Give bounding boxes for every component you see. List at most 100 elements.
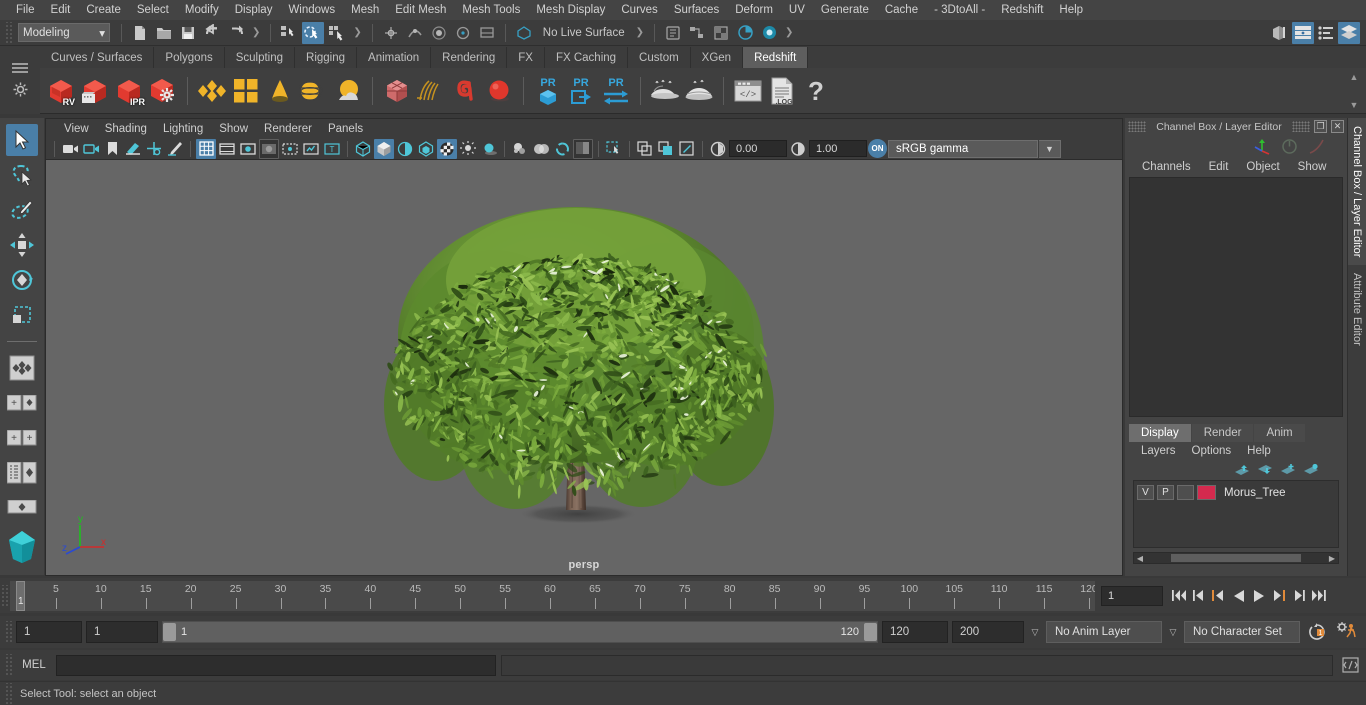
new-scene-icon[interactable] — [129, 22, 151, 44]
vtab-attribute-editor[interactable]: Attribute Editor — [1348, 265, 1366, 354]
shelf-tab-rigging[interactable]: Rigging — [295, 47, 357, 68]
collapse-arrow-icon[interactable]: ❯ — [782, 27, 796, 38]
shelf-button-redshift-render-sequence[interactable] — [78, 74, 112, 108]
viewport-menu-lighting[interactable]: Lighting — [155, 122, 211, 136]
collapse-arrow-icon[interactable]: ❯ — [350, 27, 364, 38]
menu-select[interactable]: Select — [129, 2, 177, 18]
layer-menu-help[interactable]: Help — [1239, 445, 1279, 457]
xray-mode-icon[interactable] — [635, 139, 655, 159]
use-all-lights-icon[interactable] — [458, 139, 478, 159]
tool-settings-icon[interactable] — [1315, 22, 1337, 44]
menu-edit-mesh[interactable]: Edit Mesh — [387, 2, 454, 18]
viewport-menu-show[interactable]: Show — [211, 122, 256, 136]
menu-create[interactable]: Create — [78, 2, 129, 18]
shelf-tab-curves-surfaces[interactable]: Curves / Surfaces — [40, 47, 154, 68]
save-scene-icon[interactable] — [177, 22, 199, 44]
menu-surfaces[interactable]: Surfaces — [666, 2, 727, 18]
menu-mesh-tools[interactable]: Mesh Tools — [454, 2, 528, 18]
smooth-shade-selected-icon[interactable] — [416, 139, 436, 159]
textured-mode-icon[interactable] — [437, 139, 457, 159]
layout-saved[interactable] — [6, 492, 38, 524]
shelf-button-redshift-volume[interactable] — [448, 74, 482, 108]
anim-layer-selector[interactable]: No Anim Layer — [1046, 621, 1162, 643]
menu-curves[interactable]: Curves — [613, 2, 665, 18]
panel-grip[interactable] — [1128, 121, 1146, 132]
transform-axis-icon[interactable] — [1254, 138, 1271, 155]
shelf-button-redshift-render-view[interactable]: RV — [44, 74, 78, 108]
scale-tool[interactable] — [6, 299, 38, 331]
character-set-selector[interactable]: No Character Set — [1184, 621, 1300, 643]
shelf-scroll-arrows[interactable]: ▲ ▼ — [1346, 72, 1362, 110]
menu-edit[interactable]: Edit — [43, 2, 79, 18]
shelf-tab-fx[interactable]: FX — [507, 47, 545, 68]
shelf-button-redshift-hair[interactable] — [414, 74, 448, 108]
persp-viewport[interactable]: y x z persp — [46, 160, 1122, 575]
menu-cache[interactable]: Cache — [877, 2, 926, 18]
viewport-menu-panels[interactable]: Panels — [320, 122, 371, 136]
film-gate-icon[interactable] — [217, 139, 237, 159]
shelf-button-redshift-light-dome[interactable] — [263, 74, 297, 108]
film-gate-display-icon[interactable] — [280, 139, 300, 159]
menu-modify[interactable]: Modify — [177, 2, 227, 18]
range-slider-left-handle[interactable] — [163, 623, 176, 641]
layer-menu-options[interactable]: Options — [1184, 445, 1240, 457]
shelf-button-redshift-help[interactable]: ? — [799, 74, 833, 108]
two-d-pan-zoom-icon[interactable] — [144, 139, 164, 159]
show-hypergraph-icon[interactable] — [686, 22, 708, 44]
menu-deform[interactable]: Deform — [727, 2, 781, 18]
shelf-button-redshift-script-editor[interactable]: </> — [731, 74, 765, 108]
create-layer-from-selected-icon[interactable] — [1303, 463, 1319, 476]
time-slider-grip[interactable] — [0, 585, 8, 607]
ambient-occlusion-icon[interactable] — [552, 139, 572, 159]
create-empty-layer-icon[interactable] — [1280, 463, 1296, 476]
shelf-button-redshift-ipr[interactable]: IPR — [112, 74, 146, 108]
layout-outliner-persp[interactable]: ++ — [6, 422, 38, 454]
shelf-options-gear-icon[interactable] — [13, 82, 28, 97]
exposure-icon[interactable] — [708, 139, 728, 159]
channel-box-menu-object[interactable]: Object — [1237, 160, 1288, 174]
layer-menu-layers[interactable]: Layers — [1133, 445, 1184, 457]
menu-mesh[interactable]: Mesh — [343, 2, 387, 18]
attribute-editor-icon[interactable] — [1292, 22, 1314, 44]
color-management-toggle[interactable]: ON — [868, 139, 887, 158]
go-to-end-button[interactable] — [1309, 585, 1328, 607]
status-line-grip[interactable] — [4, 22, 12, 44]
ipr-render-icon[interactable] — [758, 22, 780, 44]
shelf-button-redshift-environment[interactable] — [297, 74, 331, 108]
paint-select-tool[interactable] — [6, 194, 38, 226]
viewport-background-icon[interactable] — [573, 139, 593, 159]
rotate-tool[interactable] — [6, 264, 38, 296]
panel-grip[interactable] — [1292, 121, 1310, 132]
menu-redshift[interactable]: Redshift — [993, 2, 1051, 18]
anim-layer-dropdown-icon[interactable]: ▽ — [1028, 627, 1042, 638]
snap-to-point-icon[interactable] — [428, 22, 450, 44]
animation-preferences-icon[interactable] — [1334, 622, 1360, 642]
gate-mask-icon[interactable] — [259, 139, 279, 159]
snap-to-projected-center-icon[interactable] — [452, 22, 474, 44]
shelf-scroll-up-icon[interactable]: ▲ — [1350, 72, 1359, 82]
step-forward-keyframe-button[interactable] — [1289, 585, 1308, 607]
command-language-label[interactable]: MEL — [17, 659, 51, 671]
layer-tab-anim[interactable]: Anim — [1254, 424, 1304, 442]
layer-shading-toggle[interactable] — [1177, 485, 1194, 500]
viewport-menu-renderer[interactable]: Renderer — [256, 122, 320, 136]
menu-uv[interactable]: UV — [781, 2, 813, 18]
viewport-menu-view[interactable]: View — [56, 122, 97, 136]
move-tool[interactable] — [6, 229, 38, 261]
shelf-menu-icon[interactable] — [12, 63, 28, 74]
color-space-selector[interactable]: sRGB gamma — [888, 140, 1038, 158]
step-forward-frame-button[interactable] — [1269, 585, 1288, 607]
shelf-scroll-down-icon[interactable]: ▼ — [1350, 100, 1359, 110]
wireframe-shading-icon[interactable] — [353, 139, 373, 159]
channel-box-icon[interactable] — [1338, 22, 1360, 44]
menu-help[interactable]: Help — [1051, 2, 1091, 18]
shelf-button-redshift-sphere[interactable] — [482, 74, 516, 108]
layer-list[interactable]: V P Morus_Tree — [1133, 480, 1339, 548]
panel-close-icon[interactable]: ✕ — [1331, 120, 1344, 133]
scroll-right-icon[interactable]: ▶ — [1327, 554, 1337, 563]
image-plane-icon[interactable] — [123, 139, 143, 159]
shelf-button-redshift-render-settings[interactable] — [146, 74, 180, 108]
current-frame-field[interactable]: 1 — [1101, 586, 1163, 606]
show-render-view-icon[interactable] — [710, 22, 732, 44]
shelf-tab-redshift[interactable]: Redshift — [743, 47, 808, 68]
